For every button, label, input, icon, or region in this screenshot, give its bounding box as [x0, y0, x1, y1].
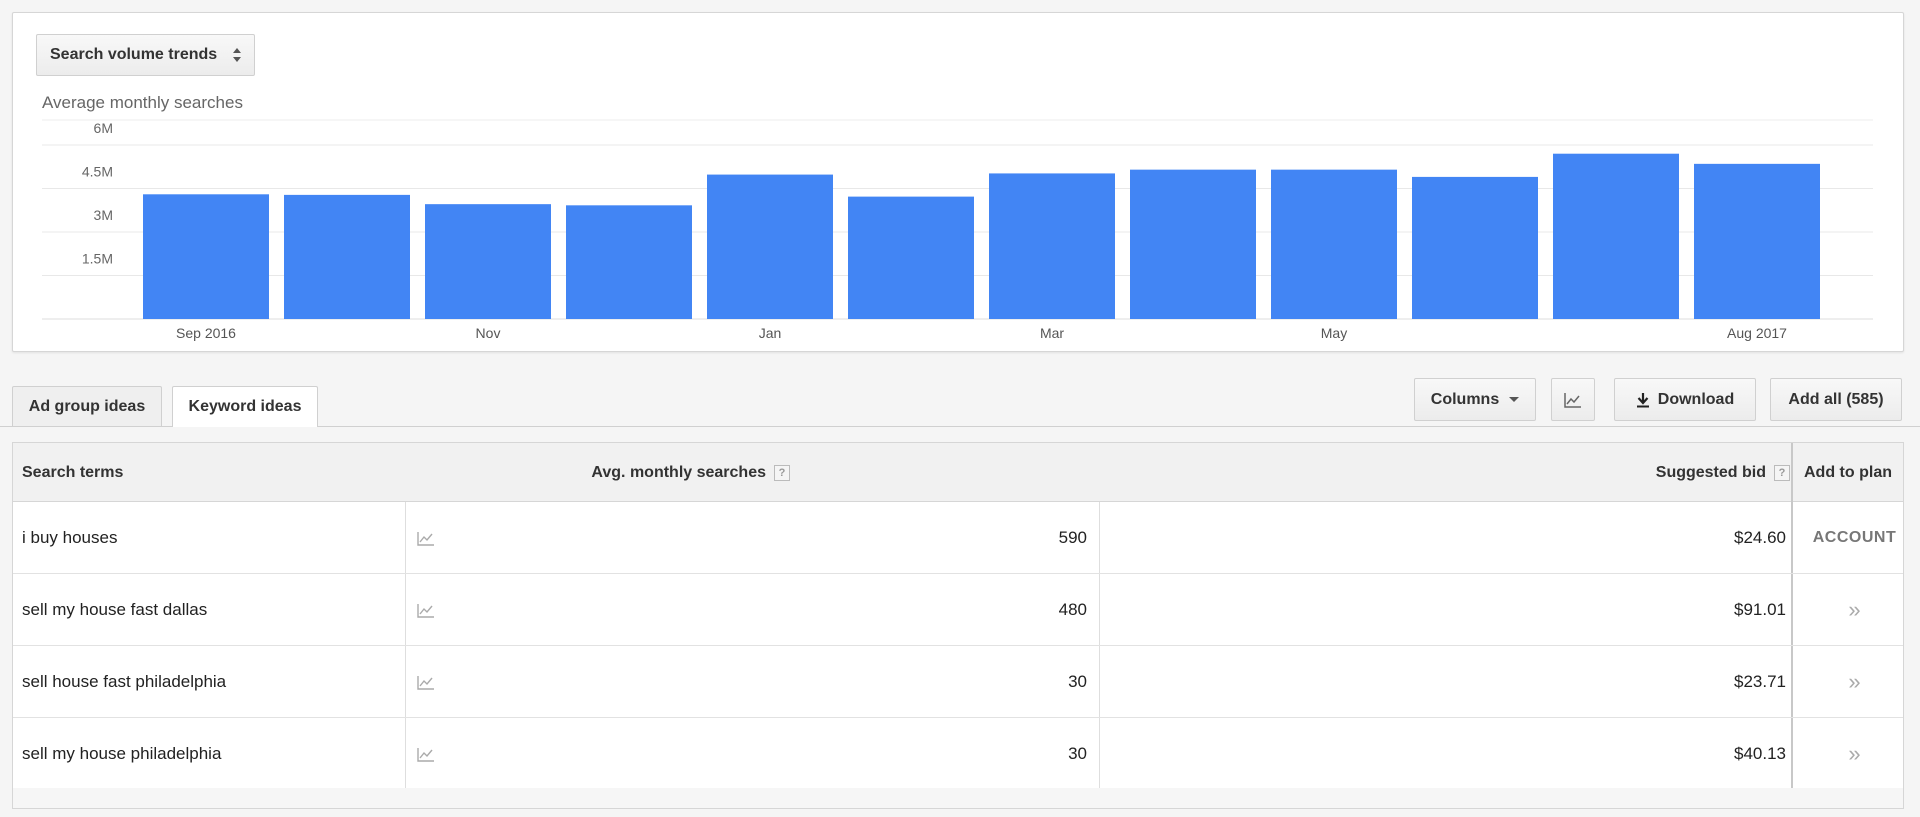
add-all-label: Add all (585) [1788, 390, 1884, 408]
chart-bar[interactable]: Jun 2017 [1412, 176, 1538, 319]
table-row[interactable]: sell house fast philadelphia 30 $23.71 » [13, 646, 1903, 718]
chevron-down-icon [1509, 397, 1520, 402]
chart-bar[interactable]: Aug 2017 [1694, 163, 1820, 319]
add-to-plan-cell[interactable]: » [1806, 718, 1903, 790]
header-add-to-plan: Add to plan [1804, 443, 1892, 502]
chart-bar[interactable]: Sep 2016 [143, 194, 269, 319]
avg-monthly-searches: 480 [1058, 600, 1087, 619]
suggested-bid: $23.71 [1734, 672, 1786, 691]
suggested-bid: $91.01 [1734, 600, 1786, 619]
tab-ad-group-ideas-label: Ad group ideas [28, 397, 146, 415]
add-to-plan-cell[interactable]: ACCOUNT [1806, 502, 1903, 574]
trend-chart-button[interactable] [417, 646, 443, 718]
avg-monthly-searches: 590 [1058, 528, 1087, 547]
y-tick-label: 3M [94, 207, 113, 223]
header-search-terms[interactable]: Search terms [22, 443, 123, 502]
header-avg-label: Avg. monthly searches [591, 463, 766, 481]
trend-chart-button[interactable] [417, 574, 443, 646]
keyword-ideas-table: Search terms Avg. monthly searches ? Sug… [12, 442, 1904, 809]
add-to-plan-arrow-icon[interactable]: » [1848, 741, 1860, 767]
tab-keyword-ideas-label: Keyword ideas [188, 398, 302, 415]
line-chart-icon [417, 603, 434, 618]
table-row[interactable]: i buy houses 590 $24.60 ACCOUNT [13, 502, 1903, 574]
avg-monthly-searches: 30 [1068, 744, 1087, 763]
suggested-bid: $24.60 [1734, 528, 1786, 547]
chart-bar[interactable]: Mar 2017 [989, 173, 1115, 319]
chart-bar[interactable]: Jan 2017 [707, 174, 833, 319]
add-to-plan-arrow-icon[interactable]: » [1848, 669, 1860, 695]
download-icon [1636, 392, 1649, 407]
x-tick-label: May [1321, 325, 1347, 341]
help-icon[interactable]: ? [774, 464, 790, 481]
header-plan-label: Add to plan [1804, 463, 1892, 481]
header-avg-monthly-searches[interactable]: Avg. monthly searches ? [591, 443, 790, 502]
chart-bar[interactable]: Nov 2016 [425, 204, 551, 319]
chart-bar[interactable]: May 2017 [1271, 169, 1397, 319]
chart-bar[interactable]: Apr 2017 [1130, 169, 1256, 319]
x-tick-label: Nov [476, 325, 501, 341]
x-tick-label: Aug 2017 [1727, 325, 1787, 341]
trend-chart-button[interactable] [417, 718, 443, 790]
chart-panel: Search volume trends Average monthly sea… [12, 12, 1904, 352]
x-tick-label: Sep 2016 [176, 325, 236, 341]
line-chart-icon [417, 675, 434, 690]
avg-monthly-searches: 30 [1068, 672, 1087, 691]
suggested-bid: $40.13 [1734, 744, 1786, 763]
trend-chart-button[interactable] [417, 502, 443, 574]
search-term: sell house fast philadelphia [22, 672, 227, 691]
table-footer [13, 788, 1903, 808]
y-tick-label: 6M [94, 120, 113, 136]
x-tick-label: Jan [759, 325, 782, 341]
x-tick-label: Mar [1040, 325, 1064, 341]
y-tick-label: 1.5M [82, 251, 113, 267]
add-to-plan-arrow-icon[interactable]: » [1848, 597, 1860, 623]
header-suggested-bid[interactable]: Suggested bid ? [1656, 443, 1790, 502]
header-search-terms-label: Search terms [22, 463, 124, 481]
chart-bar[interactable]: Jul 2017 [1553, 153, 1679, 319]
search-term: sell my house philadelphia [22, 744, 222, 763]
chart-toggle-button[interactable] [1551, 378, 1595, 421]
table-header: Search terms Avg. monthly searches ? Sug… [13, 443, 1903, 502]
search-term: i buy houses [22, 528, 118, 547]
search-term: sell my house fast dallas [22, 600, 208, 619]
line-chart-icon [417, 531, 434, 546]
line-chart-icon [417, 747, 434, 762]
add-all-button[interactable]: Add all (585) [1770, 378, 1902, 421]
download-label: Download [1657, 390, 1735, 408]
columns-button[interactable]: Columns [1414, 378, 1536, 421]
help-icon[interactable]: ? [1774, 464, 1790, 481]
tab-keyword-ideas[interactable]: Keyword ideas [172, 386, 318, 427]
download-button[interactable]: Download [1614, 378, 1756, 421]
columns-label: Columns [1430, 390, 1500, 408]
y-tick-label: 4.5M [82, 164, 113, 180]
tab-ad-group-ideas[interactable]: Ad group ideas [12, 386, 162, 426]
add-to-account-button[interactable]: ACCOUNT [1813, 529, 1897, 547]
table-row[interactable]: sell my house philadelphia 30 $40.13 » [13, 718, 1903, 790]
add-to-plan-cell[interactable]: » [1806, 574, 1903, 646]
header-bid-label: Suggested bid [1655, 463, 1766, 481]
chart-bar[interactable]: Oct 2016 [284, 194, 410, 319]
search-volume-chart: 1.5M3M4.5M6MSep 2016Sep 2016Oct 2016Nov … [42, 119, 1873, 341]
line-chart-icon [1564, 392, 1581, 408]
table-row[interactable]: sell my house fast dallas 480 $91.01 » [13, 574, 1903, 646]
add-to-plan-cell[interactable]: » [1806, 646, 1903, 718]
chart-bar[interactable]: Feb 2017 [848, 196, 974, 319]
chart-bar[interactable]: Dec 2016 [566, 205, 692, 319]
